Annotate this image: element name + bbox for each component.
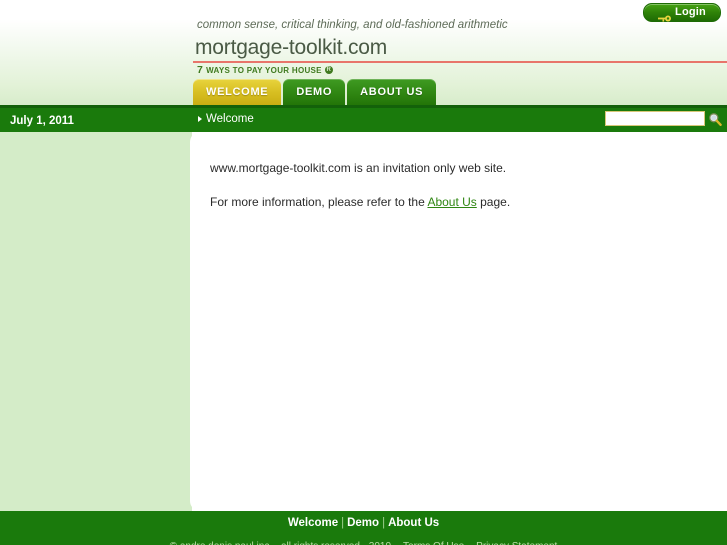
intro-paragraph: www.mortgage-toolkit.com is an invitatio… bbox=[210, 161, 507, 175]
subbrand-number: 7 bbox=[197, 64, 204, 76]
primary-nav-tabs: WELCOME DEMO ABOUT US bbox=[193, 79, 437, 105]
footer-separator-1: | bbox=[341, 517, 345, 529]
terms-of-use-link[interactable]: Terms Of Use bbox=[403, 541, 464, 545]
left-sidebar bbox=[0, 132, 192, 511]
about-us-link[interactable]: About Us bbox=[427, 195, 476, 209]
search-area bbox=[605, 111, 722, 126]
site-tagline: common sense, critical thinking, and old… bbox=[197, 19, 508, 31]
footer-nav: Welcome | Demo | About Us bbox=[0, 517, 727, 529]
login-button[interactable]: Login bbox=[643, 3, 721, 22]
search-input[interactable] bbox=[605, 111, 705, 126]
main-content-body: www.mortgage-toolkit.com is an invitatio… bbox=[190, 132, 727, 211]
tab-welcome[interactable]: WELCOME bbox=[193, 79, 282, 105]
search-icon[interactable] bbox=[708, 112, 722, 126]
footer-separator-2: | bbox=[382, 517, 386, 529]
privacy-statement-link[interactable]: Privacy Statement bbox=[476, 541, 557, 545]
more-info-paragraph: For more information, please refer to th… bbox=[210, 193, 703, 211]
site-subbrand: 7 WAYS TO PAY YOUR HOUSE R bbox=[197, 64, 333, 76]
registered-trademark-icon: R bbox=[324, 66, 333, 74]
more-info-text-before: For more information, please refer to th… bbox=[210, 195, 428, 209]
breadcrumb-current-label: Welcome bbox=[206, 113, 254, 125]
copyright-text: © andre denis paul inc. - all rights res… bbox=[170, 541, 391, 545]
footer-copyright-line: © andre denis paul inc. - all rights res… bbox=[0, 541, 727, 545]
site-header: Login common sense, critical thinking, a… bbox=[0, 0, 727, 108]
tab-about-us[interactable]: ABOUT US bbox=[347, 79, 437, 105]
main-content-panel: www.mortgage-toolkit.com is an invitatio… bbox=[190, 132, 727, 511]
footer-link-welcome[interactable]: Welcome bbox=[288, 517, 338, 529]
chevron-right-icon bbox=[198, 116, 202, 122]
page-root: Login common sense, critical thinking, a… bbox=[0, 0, 727, 545]
site-footer: Welcome|Demo|About Us © andre denis paul… bbox=[0, 511, 727, 545]
current-date-label: July 1, 2011 bbox=[10, 115, 74, 127]
tab-demo[interactable]: DEMO bbox=[283, 79, 346, 105]
subbrand-text: WAYS TO PAY YOUR HOUSE bbox=[206, 65, 322, 75]
header-divider-rule bbox=[193, 61, 727, 63]
toolbar-top-edge bbox=[0, 105, 727, 108]
login-label: Login bbox=[675, 6, 706, 18]
breadcrumb: Welcome bbox=[198, 113, 254, 125]
footer-link-about-us[interactable]: About Us bbox=[388, 517, 439, 529]
key-icon bbox=[658, 9, 672, 22]
site-brand-title: mortgage-toolkit.com bbox=[195, 36, 388, 59]
more-info-text-after: page. bbox=[476, 195, 511, 209]
footer-link-demo[interactable]: Demo bbox=[347, 517, 379, 529]
